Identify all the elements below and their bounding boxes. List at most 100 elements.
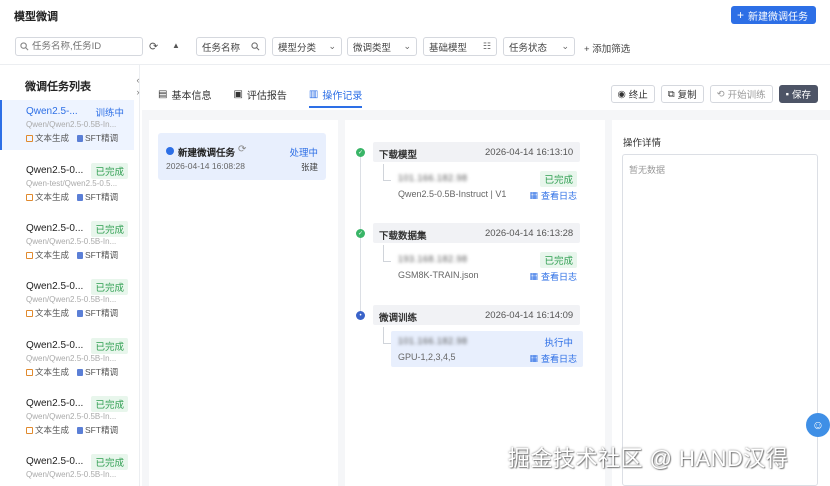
finetune-type-filter[interactable]: 微调类型 ⌄: [347, 37, 417, 56]
stop-button[interactable]: ◉ 终止: [610, 85, 655, 103]
task-tags: 文本生成 SFT精调: [26, 132, 118, 144]
add-filter-button[interactable]: + 添加筛选: [584, 41, 630, 55]
tab-label: 评估报告: [246, 90, 287, 102]
save-button[interactable]: ▪ 保存: [778, 85, 818, 103]
record-icon: ▥: [308, 88, 319, 100]
step-time: 2026-04-14 16:13:28: [485, 228, 574, 239]
step-host: 101.166.182.98: [398, 336, 468, 346]
chevron-down-icon: ⌄: [561, 41, 569, 51]
filter-bar: ⟳ ▲ 任务名称 模型分类 ⌄ 微调类型 ⌄ 基础模型 ☷ 任务状态 ⌄ + 添…: [0, 36, 830, 58]
operation-time: 2026-04-14 16:08:28: [166, 161, 245, 171]
step-status-badge: 已完成: [540, 171, 577, 187]
task-name-filter-label: 任务名称: [202, 42, 241, 54]
base-model-filter[interactable]: 基础模型 ☷: [423, 37, 497, 56]
tag-label: SFT精调: [85, 308, 119, 318]
model-category-filter-label: 模型分类: [278, 42, 317, 54]
save-icon: ▪: [785, 88, 789, 100]
start-training-label: 开始训练: [727, 90, 766, 101]
task-name: Qwen2.5-...: [26, 106, 78, 117]
detail-tabs: ▤ 基本信息 ▣ 评估报告 ▥ 操作记录: [158, 84, 363, 108]
task-list-item[interactable]: Qwen2.5-0... 已完成 Qwen/Qwen2.5-0.5B-In... 文本…: [0, 275, 134, 325]
filter-list-icon: ☷: [482, 41, 491, 51]
sft-tag: SFT精调: [77, 307, 118, 319]
text-gen-icon: [26, 369, 33, 376]
collapse-left-icon[interactable]: ‹: [133, 74, 143, 85]
task-base-model: Qwen/Qwen2.5-0.5B-In...: [26, 237, 117, 246]
view-log-link[interactable]: ▦ 查看日志: [529, 352, 577, 365]
view-log-link[interactable]: ▦ 查看日志: [529, 189, 577, 202]
step-header: 下载数据集 2026-04-14 16:13:28: [373, 223, 580, 243]
search-input[interactable]: [32, 41, 132, 52]
refresh-icon[interactable]: ⟳: [149, 40, 158, 53]
task-list-item[interactable]: Qwen2.5-0... 已完成 Qwen/Qwen2.5-0.5B-In...: [0, 450, 134, 486]
task-name: Qwen2.5-0...: [26, 340, 84, 351]
tab-label: 基本信息: [171, 90, 212, 102]
tab-basic-info[interactable]: ▤ 基本信息: [158, 84, 211, 104]
text-generation-tag: 文本生成: [26, 132, 69, 144]
refresh-icon[interactable]: ⟳: [238, 144, 246, 155]
search-icon: [20, 42, 29, 51]
page-title: 模型微调: [14, 11, 58, 23]
search-box[interactable]: [15, 37, 143, 56]
step-connector: [383, 327, 391, 344]
task-list-item[interactable]: Qwen2.5-... 训练中 Qwen/Qwen2.5-0.5B-In... 文本生…: [0, 100, 134, 150]
step-body: 101.166.182.98 Qwen2.5-0.5B-Instruct | V1…: [391, 168, 583, 204]
step-detail: GPU-1,2,3,4,5: [398, 352, 456, 362]
caret-up-icon[interactable]: ▲: [172, 41, 180, 50]
sft-icon: [77, 194, 84, 201]
task-status-badge: 已完成: [91, 338, 128, 354]
task-list-item[interactable]: Qwen2.5-0... 已完成 Qwen-test/Qwen2.5-0.5... 文…: [0, 159, 134, 209]
tab-operation-log[interactable]: ▥ 操作记录: [308, 84, 363, 108]
action-toolbar: ◉ 终止 ⧉ 复制 ⟲ 开始训练 ▪ 保存: [610, 85, 818, 103]
sft-tag: SFT精调: [77, 366, 118, 378]
task-list-item[interactable]: Qwen2.5-0... 已完成 Qwen/Qwen2.5-0.5B-In... 文本…: [0, 334, 134, 384]
tag-label: SFT精调: [85, 133, 119, 143]
task-base-model: Qwen/Qwen2.5-0.5B-In...: [26, 412, 117, 421]
processing-dot-icon: [166, 147, 174, 155]
task-list-item[interactable]: Qwen2.5-0... 已完成 Qwen/Qwen2.5-0.5B-In... 文本…: [0, 217, 134, 267]
running-dot-icon: •: [356, 311, 365, 320]
details-title: 操作详情: [623, 138, 662, 149]
task-status-filter[interactable]: 任务状态 ⌄: [503, 37, 575, 56]
expand-right-icon[interactable]: ›: [133, 86, 143, 97]
model-category-filter[interactable]: 模型分类 ⌄: [272, 37, 342, 56]
step-body: 101.166.182.98 GPU-1,2,3,4,5 执行中 ▦ 查看日志: [391, 331, 583, 367]
view-log-label: 查看日志: [540, 272, 577, 282]
tag-label: 文本生成: [35, 308, 70, 318]
sft-icon: [77, 135, 84, 142]
step-body: 193.168.182.98 GSM8K-TRAIN.json 已完成 ▦ 查看日志: [391, 249, 583, 285]
save-label: 保存: [791, 90, 811, 101]
tag-label: 文本生成: [35, 192, 70, 202]
operation-card[interactable]: 新建微调任务 ⟳ 处理中 2026-04-14 16:08:28 张建: [158, 133, 326, 180]
task-base-model: Qwen-test/Qwen2.5-0.5...: [26, 179, 118, 188]
help-float-icon[interactable]: ☺: [806, 413, 830, 437]
tag-label: SFT精调: [85, 192, 119, 202]
copy-button[interactable]: ⧉ 复制: [660, 85, 704, 103]
tab-eval-report[interactable]: ▣ 评估报告: [233, 84, 286, 104]
step-detail: Qwen2.5-0.5B-Instruct | V1: [398, 189, 507, 199]
operation-title: 新建微调任务: [178, 148, 236, 159]
plus-icon: +: [736, 8, 744, 22]
new-finetune-task-button[interactable]: + 新建微调任务: [730, 6, 816, 24]
add-filter-label: 添加筛选: [592, 44, 631, 55]
task-name: Qwen2.5-0...: [26, 398, 84, 409]
copy-label: 复制: [677, 90, 697, 101]
tag-label: 文本生成: [35, 133, 70, 143]
log-icon: ▦: [529, 271, 538, 281]
finetune-type-filter-label: 微调类型: [353, 42, 392, 54]
task-status-badge: 已完成: [91, 163, 128, 179]
task-name: Qwen2.5-0...: [26, 223, 84, 234]
text-generation-tag: 文本生成: [26, 249, 69, 261]
document-icon: ▤: [158, 88, 168, 100]
task-tags: 文本生成 SFT精调: [26, 191, 118, 203]
task-name-filter[interactable]: 任务名称: [196, 37, 266, 56]
details-box: 暂无数据: [622, 154, 818, 486]
view-log-link[interactable]: ▦ 查看日志: [529, 270, 577, 283]
task-base-model: Qwen/Qwen2.5-0.5B-In...: [26, 354, 117, 363]
start-training-button[interactable]: ⟲ 开始训练: [709, 85, 773, 103]
text-gen-icon: [26, 194, 33, 201]
step-header: 下载模型 2026-04-14 16:13:10: [373, 142, 580, 162]
sft-icon: [77, 252, 84, 259]
task-status-badge: 已完成: [91, 396, 128, 412]
task-list-item[interactable]: Qwen2.5-0... 已完成 Qwen/Qwen2.5-0.5B-In... 文本…: [0, 392, 134, 442]
